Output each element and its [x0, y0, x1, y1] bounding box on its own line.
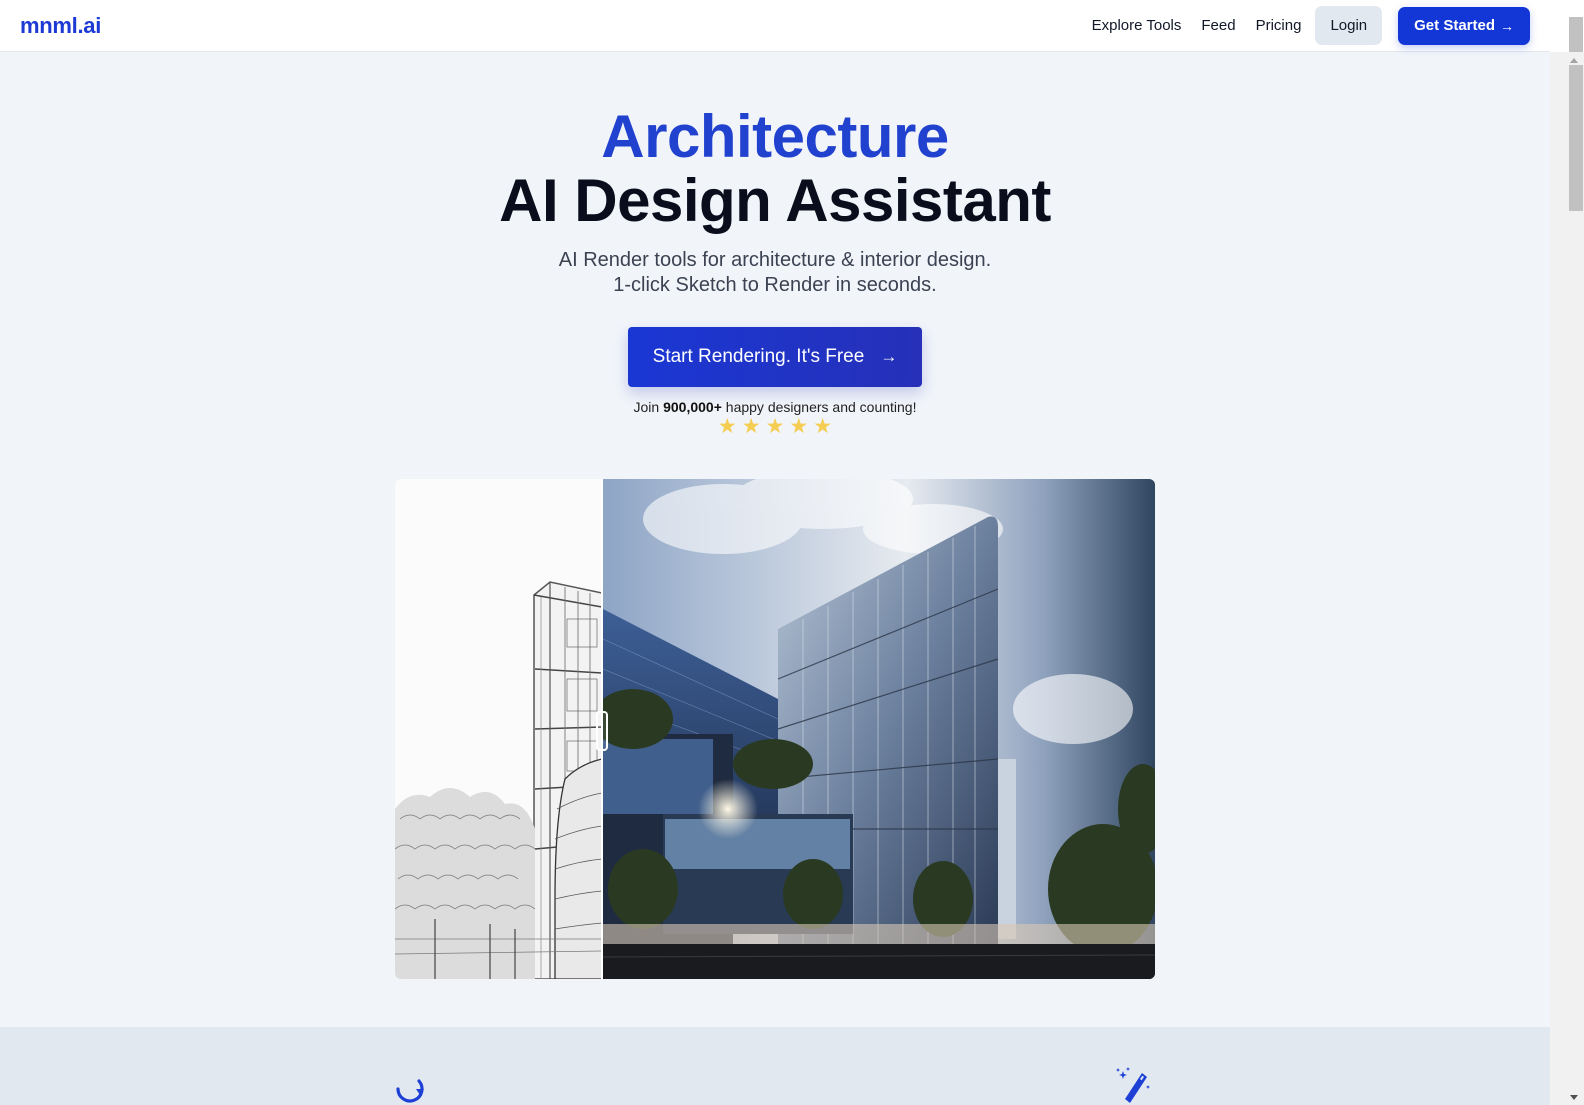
scrollbar-top-area: [1550, 0, 1584, 52]
star-icon: ★: [741, 415, 761, 438]
page: mnml.ai Explore Tools Feed Pricing Login…: [0, 0, 1550, 1105]
before-after-comparison[interactable]: [395, 479, 1155, 979]
login-button[interactable]: Login: [1315, 6, 1383, 45]
star-icon: ★: [789, 415, 809, 438]
scrollbar-thumb[interactable]: [1569, 65, 1583, 211]
hero-title: AI Design Assistant: [499, 167, 1051, 234]
magic-wand-icon: [1116, 1067, 1150, 1103]
hero-subtitle-line-1: AI Render tools for architecture & inter…: [558, 249, 992, 271]
refresh-icon: [396, 1079, 424, 1103]
render-image: [603, 479, 1155, 979]
hero-subtitle: AI Render tools for architecture & inter…: [0, 248, 1550, 298]
start-rendering-button[interactable]: Start Rendering. It's Free →: [628, 327, 922, 387]
comparison-slider-handle[interactable]: [596, 711, 608, 751]
sketch-image: [395, 479, 602, 979]
social-proof-prefix: Join: [633, 399, 664, 415]
hero-subtitle-line-2: 1-click Sketch to Render in seconds.: [613, 274, 937, 296]
arrow-right-icon: →: [1500, 17, 1514, 34]
get-started-button[interactable]: Get Started →: [1398, 6, 1530, 45]
nav-link-pricing[interactable]: Pricing: [1256, 17, 1302, 34]
scroll-up-arrow-icon[interactable]: [1570, 58, 1578, 63]
social-proof-suffix: happy designers and counting!: [721, 399, 917, 415]
sketch-illustration: [395, 479, 602, 979]
social-proof-text: Join 900,000+ happy designers and counti…: [0, 399, 1550, 415]
star-icon: ★: [765, 415, 785, 438]
cta-wrapper: Start Rendering. It's Free →: [628, 327, 922, 387]
navbar: mnml.ai Explore Tools Feed Pricing Login…: [0, 0, 1550, 52]
render-illustration: [603, 479, 1155, 979]
hero-title-accent: Architecture: [601, 103, 949, 170]
start-rendering-label: Start Rendering. It's Free: [652, 346, 865, 367]
logo[interactable]: mnml.ai: [20, 13, 101, 39]
arrow-right-icon: →: [880, 347, 898, 366]
user-count: 900,000+: [663, 399, 722, 415]
features-section: [0, 1027, 1550, 1105]
nav-link-explore-tools[interactable]: Explore Tools: [1092, 17, 1182, 34]
scrollbar-thumb-top[interactable]: [1569, 17, 1583, 52]
rating-stars: ★ ★ ★ ★ ★: [0, 416, 1550, 438]
vertical-scrollbar[interactable]: [1550, 52, 1584, 1105]
login-label: Login: [1330, 17, 1368, 34]
star-icon: ★: [717, 415, 737, 438]
nav-menu: Explore Tools Feed Pricing Login Get Sta…: [1092, 6, 1530, 45]
nav-link-feed[interactable]: Feed: [1201, 17, 1235, 34]
star-icon: ★: [813, 415, 833, 438]
scroll-down-arrow-icon[interactable]: [1570, 1095, 1578, 1100]
get-started-label: Get Started: [1414, 17, 1495, 34]
